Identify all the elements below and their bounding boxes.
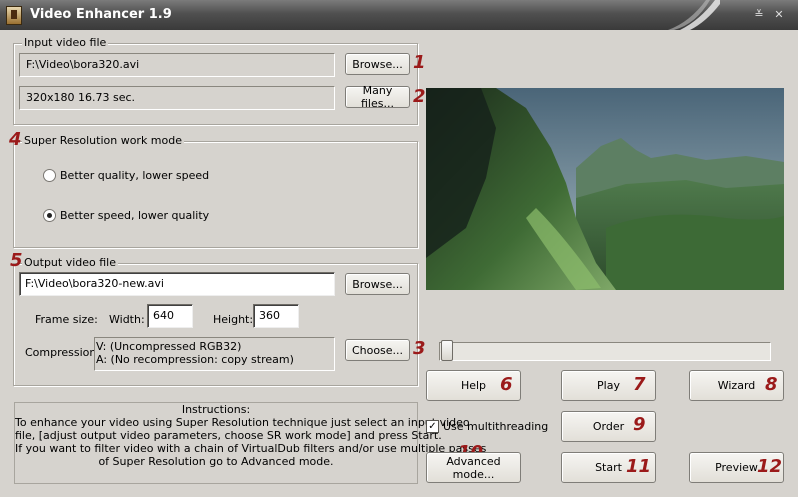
width-input[interactable]: 640	[147, 304, 193, 328]
video-preview	[426, 88, 784, 290]
input-info-text: 320x180 16.73 sec.	[26, 91, 136, 104]
input-info-field: 320x180 16.73 sec.	[19, 86, 335, 110]
app-icon	[6, 6, 22, 25]
video-frame-image	[426, 88, 784, 290]
advanced-mode-button[interactable]: Advanced mode...	[426, 452, 521, 483]
many-files-button[interactable]: Many files...	[345, 84, 410, 110]
input-browse-button[interactable]: Browse...	[345, 53, 410, 75]
annotation-1: 1	[413, 52, 426, 73]
height-input[interactable]: 360	[253, 304, 299, 328]
output-path-text: F:\Video\bora320-new.avi	[25, 277, 164, 290]
width-label: Width:	[109, 313, 145, 326]
close-icon[interactable]: ✕	[772, 8, 786, 22]
seek-slider-thumb[interactable]	[441, 340, 453, 361]
mode-speed-radio[interactable]	[43, 209, 56, 222]
input-path-text: F:\Video\bora320.avi	[26, 58, 140, 71]
input-path-field: F:\Video\bora320.avi	[19, 53, 335, 77]
compression-video-text: V: (Uncompressed RGB32)	[96, 340, 242, 353]
instructions-panel: Instructions: To enhance your video usin…	[14, 402, 487, 484]
height-label: Height:	[213, 313, 254, 326]
annotation-3: 3	[413, 338, 426, 359]
output-browse-button[interactable]: Browse...	[345, 273, 410, 295]
mode-quality-radio[interactable]	[43, 169, 56, 182]
input-group-label: Input video file	[22, 36, 109, 49]
instructions-line: file, [adjust output video parameters, c…	[15, 429, 442, 442]
title-bar: Video Enhancer 1.9 ≚ ✕	[0, 0, 798, 30]
instructions-line: To enhance your video using Super Resolu…	[15, 416, 470, 429]
instructions-line: If you want to filter video with a chain…	[15, 442, 487, 455]
annotation-6: 6	[500, 374, 513, 395]
multithreading-label[interactable]: Use multithreading	[443, 420, 548, 433]
compression-info-field: V: (Uncompressed RGB32) A: (No recompres…	[94, 337, 335, 371]
height-value: 360	[259, 309, 280, 322]
frame-size-label: Frame size:	[35, 313, 98, 326]
compression-label: Compression:	[25, 346, 101, 359]
mode-quality-label[interactable]: Better quality, lower speed	[60, 169, 209, 182]
annotation-9: 9	[633, 414, 646, 435]
titlebar-swoosh-decoration	[668, 0, 720, 30]
sr-mode-group-label: Super Resolution work mode	[22, 134, 185, 147]
multithreading-checkbox[interactable]: ✓	[426, 420, 439, 433]
output-path-input[interactable]: F:\Video\bora320-new.avi	[19, 272, 335, 296]
seek-slider-track[interactable]	[439, 342, 771, 361]
compression-choose-button[interactable]: Choose...	[345, 339, 410, 361]
annotation-7: 7	[633, 374, 646, 395]
width-value: 640	[153, 309, 174, 322]
annotation-11: 11	[626, 456, 652, 477]
annotation-12: 12	[757, 456, 783, 477]
compression-audio-text: A: (No recompression: copy stream)	[96, 353, 294, 366]
window-title: Video Enhancer 1.9	[30, 7, 172, 22]
annotation-8: 8	[765, 374, 778, 395]
mode-speed-label[interactable]: Better speed, lower quality	[60, 209, 209, 222]
annotation-2: 2	[413, 86, 426, 107]
sr-mode-group	[13, 141, 418, 248]
instructions-line: of Super Resolution go to Advanced mode.	[98, 455, 334, 468]
annotation-4: 4	[9, 129, 22, 150]
instructions-title: Instructions:	[181, 403, 251, 416]
minimize-icon[interactable]: ≚	[752, 8, 766, 22]
output-group-label: Output video file	[22, 256, 119, 269]
annotation-5: 5	[10, 250, 23, 271]
